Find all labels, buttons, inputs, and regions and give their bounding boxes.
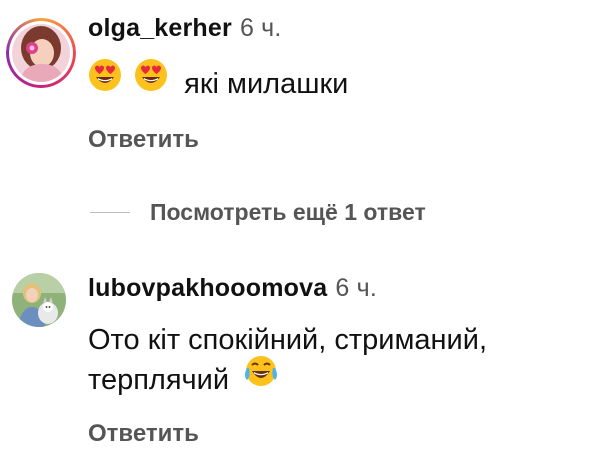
comment-text-line-2: терплячий — [88, 354, 279, 406]
avatar[interactable] — [12, 273, 66, 327]
tears-of-joy-emoji — [243, 354, 279, 403]
view-replies-label[interactable]: Посмотреть ещё 1 ответ — [150, 199, 426, 226]
avatar-photo — [12, 24, 70, 82]
view-replies-button[interactable]: Посмотреть ещё 1 ответ — [90, 196, 426, 228]
username[interactable]: lubovpakhooomova 6 ч. — [88, 274, 377, 303]
comment-text: які милашки — [88, 58, 348, 110]
comment-time: 6 ч. — [239, 14, 282, 42]
reply-button[interactable]: Ответить — [88, 420, 199, 448]
comment-time: 6 ч. — [335, 274, 377, 302]
heart-eyes-emoji — [88, 58, 122, 107]
reply-button[interactable]: Ответить — [88, 126, 199, 154]
username[interactable]: olga_kerher 6 ч. — [88, 14, 282, 43]
heart-eyes-emoji — [134, 58, 168, 107]
avatar[interactable] — [6, 18, 76, 88]
divider-line — [90, 211, 130, 213]
